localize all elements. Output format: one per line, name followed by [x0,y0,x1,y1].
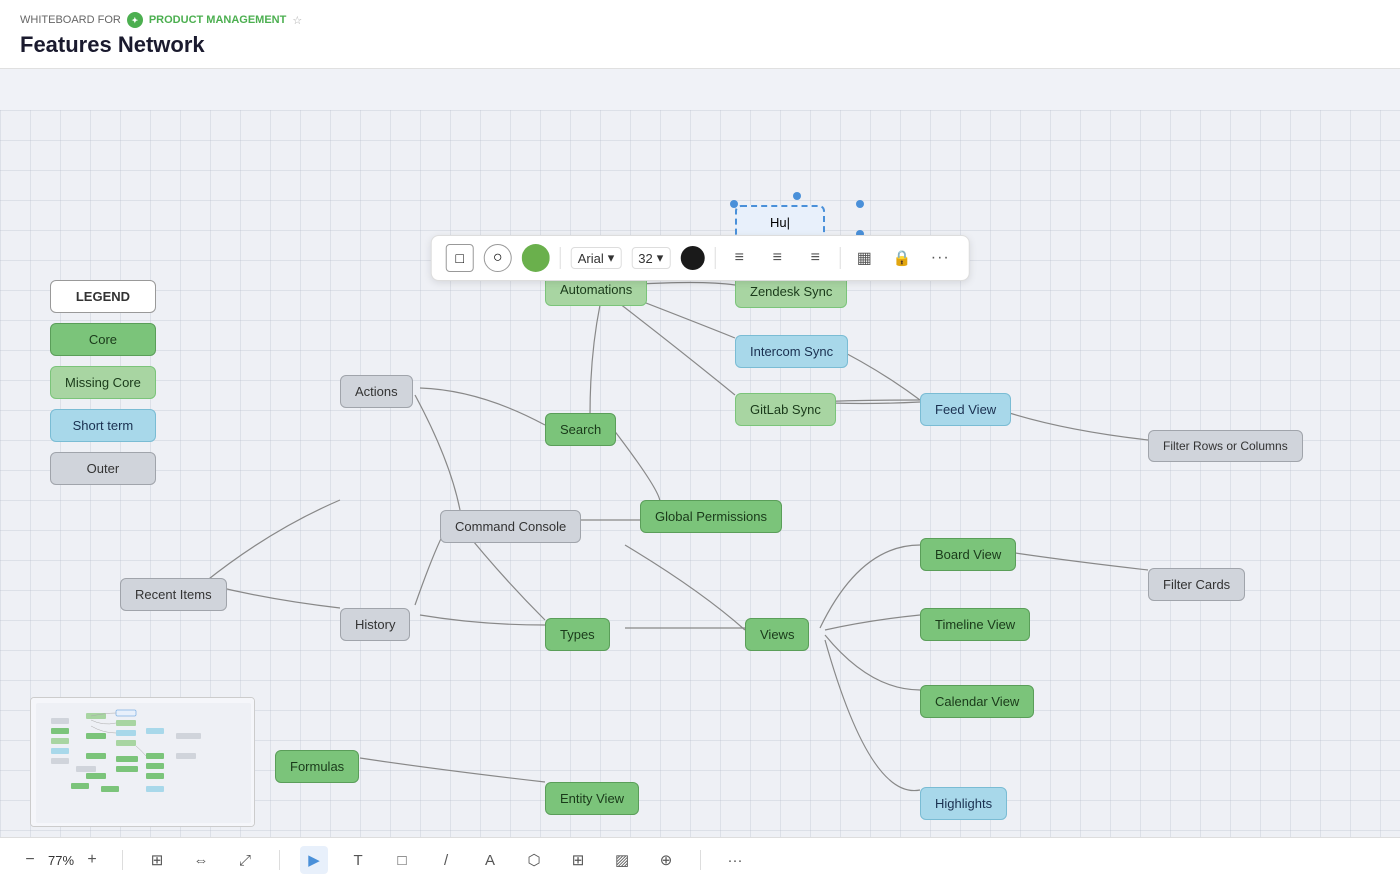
tool-sep-3 [700,850,701,870]
color-fill-btn[interactable] [522,244,550,272]
font-label: Arial [578,251,604,266]
legend-title: LEGEND [50,280,156,313]
node-views[interactable]: Views [745,618,809,651]
node-filter-cards[interactable]: Filter Cards [1148,568,1245,601]
legend-short-term[interactable]: Short term [50,409,156,442]
toolbar-divider-1 [560,247,561,269]
node-intercom-sync[interactable]: Intercom Sync [735,335,848,368]
node-timeline-view[interactable]: Timeline View [920,608,1030,641]
text-field-btn[interactable]: A [476,846,504,874]
node-command-console[interactable]: Command Console [440,510,581,543]
embed-btn[interactable]: ▨ [608,846,636,874]
mini-map-svg [31,698,255,827]
grid-view-btn[interactable]: ⊞ [143,846,171,874]
header: WHITEBOARD FOR ✦ PRODUCT MANAGEMENT ☆ Fe… [0,0,1400,69]
text-tool-btn[interactable]: T [344,846,372,874]
toolbar-divider-2 [714,247,715,269]
formatting-toolbar: □ ○ Arial ▾ 32 ▾ ≡ ≡ ≡ ▦ 🔒 ··· [431,235,970,281]
node-gitlab-sync[interactable]: GitLab Sync [735,393,836,426]
product-logo: ✦ [127,12,143,28]
more-options-btn[interactable]: ··· [926,244,954,272]
star-icon[interactable]: ☆ [292,14,302,27]
product-label: PRODUCT MANAGEMENT [149,14,287,26]
node-filter-rows[interactable]: Filter Rows or Columns [1148,430,1303,462]
rect-tool-btn-bottom[interactable]: □ [388,846,416,874]
node-recent-items[interactable]: Recent Items [120,578,227,611]
color-picker[interactable] [680,246,704,270]
tool-sep-2 [279,850,280,870]
legend-core[interactable]: Core [50,323,156,356]
table-btn[interactable]: ▦ [850,244,878,272]
size-label: 32 [638,251,652,266]
font-selector[interactable]: Arial ▾ [571,247,622,269]
node-actions[interactable]: Actions [340,375,413,408]
tool-sep-1 [122,850,123,870]
fit-width-btn[interactable]: ⇔ [187,846,215,874]
font-chevron: ▾ [608,250,615,266]
node-types[interactable]: Types [545,618,610,651]
legend-box: LEGEND Core Missing Core Short term Oute… [50,280,156,485]
lock-btn[interactable]: 🔒 [888,244,916,272]
zoom-controls: − 77% + [20,850,102,870]
node-formulas[interactable]: Formulas [275,750,359,783]
fit-screen-btn[interactable]: ⤢ [231,846,259,874]
node-feed-view[interactable]: Feed View [920,393,1011,426]
handle-tr[interactable] [856,200,864,208]
zoom-in-btn[interactable]: + [82,850,102,870]
node-board-view[interactable]: Board View [920,538,1016,571]
legend-missing-core[interactable]: Missing Core [50,366,156,399]
align-left-btn[interactable]: ≡ [725,244,753,272]
node-search[interactable]: Search [545,413,616,446]
circle-tool-btn[interactable]: ○ [484,244,512,272]
align-right-btn[interactable]: ≡ [801,244,829,272]
node-global-permissions[interactable]: Global Permissions [640,500,782,533]
shape-tool-btn[interactable]: ⬡ [520,846,548,874]
image-btn[interactable]: ⊞ [564,846,592,874]
crop-btn[interactable]: ⊕ [652,846,680,874]
page-title: Features Network [20,32,1380,58]
node-history[interactable]: History [340,608,410,641]
zoom-out-btn[interactable]: − [20,850,40,870]
more-tools-btn[interactable]: ··· [721,846,749,874]
header-top: WHITEBOARD FOR ✦ PRODUCT MANAGEMENT ☆ [20,12,1380,28]
mini-map-content [31,698,254,826]
select-tool-btn[interactable]: ▶ [300,846,328,874]
line-tool-btn[interactable]: / [432,846,460,874]
legend-outer[interactable]: Outer [50,452,156,485]
mini-map [30,697,255,827]
zoom-level: 77% [48,853,74,868]
handle-tl[interactable] [730,200,738,208]
canvas: □ ○ Arial ▾ 32 ▾ ≡ ≡ ≡ ▦ 🔒 ··· [0,110,1400,882]
rect-tool-btn[interactable]: □ [446,244,474,272]
bottom-toolbar: − 77% + ⊞ ⇔ ⤢ ▶ T □ / A ⬡ ⊞ ▨ ⊕ ··· [0,837,1400,882]
node-highlights[interactable]: Highlights [920,787,1007,820]
toolbar-divider-3 [839,247,840,269]
whiteboard-label: WHITEBOARD FOR [20,14,121,26]
align-center-btn[interactable]: ≡ [763,244,791,272]
size-chevron: ▾ [657,250,664,266]
node-calendar-view[interactable]: Calendar View [920,685,1034,718]
font-size-selector[interactable]: 32 ▾ [631,247,670,269]
node-entity-view[interactable]: Entity View [545,782,639,815]
handle-tm[interactable] [793,192,801,200]
